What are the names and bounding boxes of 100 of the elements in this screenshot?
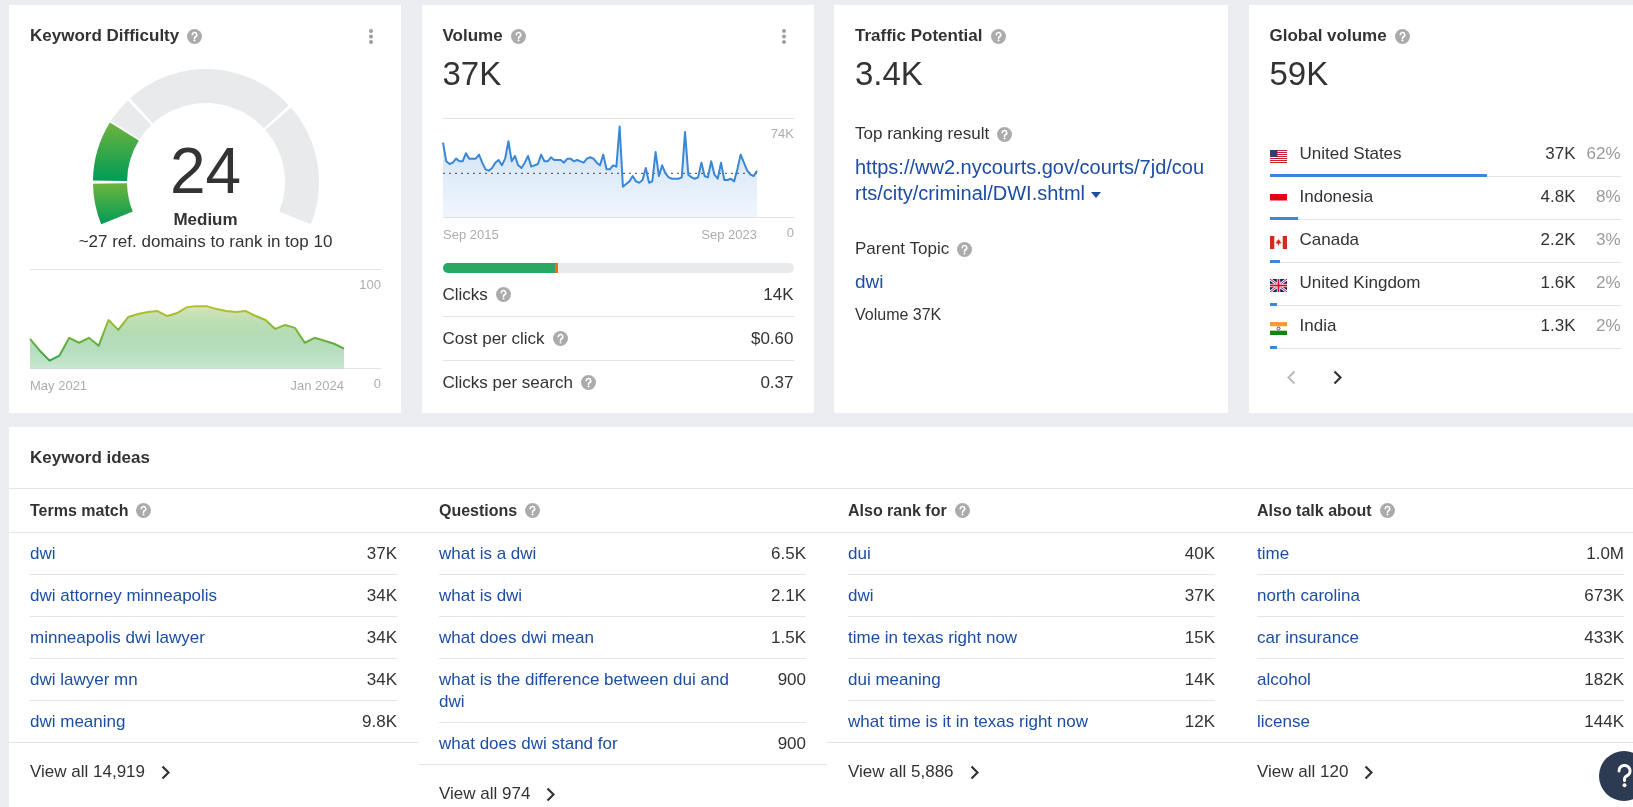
flag-icon bbox=[1269, 149, 1287, 163]
flag-icon bbox=[1269, 321, 1287, 335]
next-page-button[interactable] bbox=[1332, 370, 1342, 385]
search-volume: 37K bbox=[366, 542, 397, 565]
search-volume: 673K bbox=[1584, 584, 1624, 607]
url-link[interactable]: https://ww2.nycourts.gov/courts/7jd/courts/city/criminal/DWI.shtml bbox=[855, 154, 1208, 206]
kebab-menu-icon[interactable] bbox=[781, 28, 786, 44]
difficulty-score: 24 bbox=[169, 139, 242, 203]
help-icon[interactable] bbox=[957, 241, 973, 257]
caret-icon bbox=[1091, 191, 1101, 198]
help-icon[interactable] bbox=[510, 28, 526, 44]
keyword-link[interactable]: time in texas right now bbox=[848, 626, 1018, 649]
help-icon[interactable] bbox=[552, 331, 568, 346]
search-volume: 9.8K bbox=[362, 710, 397, 733]
keyword-link[interactable]: time bbox=[1257, 542, 1290, 565]
axis-label: 0 bbox=[786, 224, 794, 240]
keyword-link[interactable]: minneapolis dwi lawyer bbox=[30, 626, 205, 649]
keyword-link[interactable]: dwi lawyer mn bbox=[30, 668, 138, 691]
view-all-link[interactable]: View all 974 bbox=[439, 783, 556, 805]
help-icon[interactable] bbox=[495, 287, 511, 302]
traffic-value: 3.4K bbox=[855, 55, 923, 93]
help-icon[interactable] bbox=[187, 28, 203, 44]
view-all-link[interactable]: View all 5,886 bbox=[848, 761, 979, 783]
view-all-link[interactable]: View all 120 bbox=[1257, 761, 1374, 783]
metric-value: $0.60 bbox=[750, 328, 794, 349]
date-label: Sep 2015 bbox=[442, 227, 499, 242]
keyword-link[interactable]: what is dwi bbox=[439, 584, 523, 607]
metric-label: Clicks bbox=[442, 284, 488, 305]
country-share: 2% bbox=[1595, 273, 1621, 293]
keyword-link[interactable]: dwi meaning bbox=[30, 710, 126, 733]
help-icon[interactable] bbox=[136, 503, 152, 518]
help-icon[interactable] bbox=[997, 126, 1013, 142]
keyword-link[interactable]: dwi bbox=[30, 542, 56, 565]
chevron-right-icon bbox=[161, 764, 170, 780]
help-icon[interactable] bbox=[1379, 503, 1395, 518]
section-label: Top ranking result bbox=[855, 124, 990, 144]
keyword-link[interactable]: what does dwi mean bbox=[439, 626, 594, 649]
country-volume: 1.6K bbox=[1540, 273, 1576, 293]
keyword-link[interactable]: car insurance bbox=[1257, 626, 1360, 649]
view-all-link[interactable]: View all 14,919 bbox=[30, 761, 170, 783]
keyword-link[interactable]: north carolina bbox=[1257, 584, 1360, 607]
keyword-link[interactable]: dwi attorney minneapolis bbox=[30, 584, 218, 607]
keyword-link[interactable]: dui bbox=[848, 542, 871, 565]
search-volume: 1.5K bbox=[771, 626, 806, 649]
global-volume-value: 59K bbox=[1269, 55, 1329, 93]
difficulty-note: ~27 ref. domains to rank in top 10 bbox=[78, 232, 333, 252]
country-name: Canada bbox=[1299, 230, 1360, 250]
country-name: Indonesia bbox=[1299, 187, 1374, 207]
search-volume: 900 bbox=[777, 668, 806, 691]
help-icon[interactable] bbox=[525, 503, 541, 518]
section-label: Parent Topic bbox=[855, 239, 950, 259]
country-volume: 37K bbox=[1545, 144, 1576, 164]
keyword-link[interactable]: what does dwi stand for bbox=[439, 732, 618, 755]
difficulty-rating: Medium bbox=[173, 210, 238, 230]
chevron-right-icon bbox=[1364, 764, 1374, 780]
date-label: Jan 2024 bbox=[290, 378, 344, 393]
keyword-link[interactable]: what is the difference between dui and dwi bbox=[439, 668, 736, 713]
country-name: India bbox=[1299, 316, 1337, 336]
axis-label: 74K bbox=[770, 125, 794, 141]
search-volume: 37K bbox=[1184, 584, 1215, 607]
flag-icon bbox=[1269, 278, 1287, 292]
keyword-link[interactable]: dwi bbox=[848, 584, 874, 607]
help-icon[interactable] bbox=[990, 28, 1006, 44]
country-name: United States bbox=[1299, 144, 1402, 164]
keyword-link[interactable]: dui meaning bbox=[848, 668, 941, 691]
kebab-menu-icon[interactable] bbox=[369, 28, 373, 44]
search-volume: 1.0M bbox=[1586, 542, 1624, 565]
search-volume: 34K bbox=[366, 626, 397, 649]
topic-link[interactable]: dwi bbox=[855, 269, 884, 295]
search-volume: 34K bbox=[366, 584, 397, 607]
search-volume: 6.5K bbox=[771, 542, 806, 565]
keyword-link[interactable]: what is a dwi bbox=[439, 542, 537, 565]
chevron-right-icon bbox=[1332, 370, 1342, 385]
metric-value: 14K bbox=[763, 284, 794, 305]
chevron-left-icon bbox=[1286, 370, 1296, 385]
country-share: 3% bbox=[1595, 230, 1621, 250]
country-share: 8% bbox=[1595, 187, 1621, 207]
date-label: May 2021 bbox=[30, 378, 88, 393]
keyword-link[interactable]: alcohol bbox=[1257, 668, 1311, 691]
keyword-link[interactable]: license bbox=[1257, 710, 1310, 733]
keyword-link[interactable]: what time is it in texas right now bbox=[848, 710, 1088, 733]
country-volume: 1.3K bbox=[1540, 316, 1576, 336]
search-volume: 40K bbox=[1184, 542, 1215, 565]
card-title: Volume bbox=[442, 25, 503, 47]
card-title: Global volume bbox=[1269, 25, 1387, 47]
flag-icon bbox=[1269, 235, 1287, 249]
country-volume: 4.8K bbox=[1540, 187, 1576, 207]
country-name: United Kingdom bbox=[1299, 273, 1421, 293]
search-volume: 144K bbox=[1584, 710, 1624, 733]
chevron-right-icon bbox=[546, 786, 556, 802]
search-volume: 433K bbox=[1584, 626, 1624, 649]
panel-title: Keyword ideas bbox=[30, 447, 150, 468]
country-share: 62% bbox=[1586, 144, 1621, 164]
help-icon[interactable] bbox=[580, 375, 596, 390]
search-volume: 2.1K bbox=[771, 584, 806, 607]
search-volume: 900 bbox=[777, 732, 806, 755]
flag-icon bbox=[1269, 194, 1287, 201]
search-volume: 182K bbox=[1584, 668, 1624, 691]
help-icon[interactable] bbox=[1394, 28, 1410, 44]
help-icon[interactable] bbox=[954, 503, 970, 518]
